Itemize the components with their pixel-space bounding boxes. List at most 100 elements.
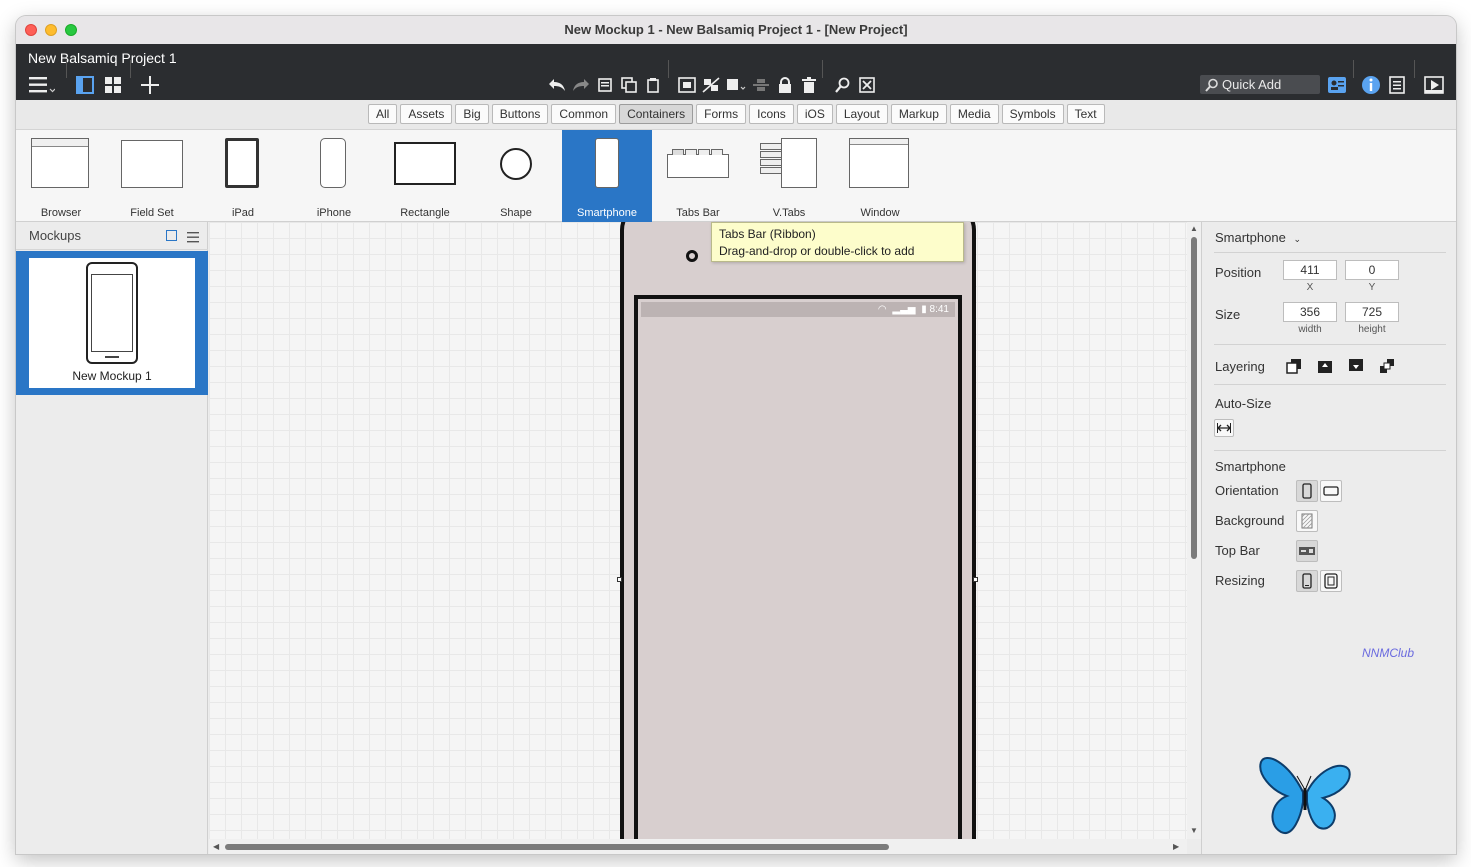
project-info-icon[interactable] <box>1326 74 1348 96</box>
filter-common[interactable]: Common <box>551 104 617 124</box>
landscape-orientation-icon[interactable] <box>1320 480 1342 502</box>
minimize-window-button[interactable] <box>45 24 57 36</box>
send-to-back-icon[interactable] <box>1379 358 1395 379</box>
resize-free-icon[interactable] <box>1320 570 1342 592</box>
size-label: Size <box>1215 307 1241 322</box>
tooltip-title: Tabs Bar (Ribbon) <box>719 227 816 241</box>
component-field-set[interactable]: Field Set <box>107 130 197 222</box>
filter-layout[interactable]: Layout <box>835 104 888 124</box>
vtabs-thumbnail <box>760 138 817 188</box>
filter-symbols[interactable]: Symbols <box>1001 104 1064 124</box>
send-backward-icon[interactable] <box>1348 358 1364 379</box>
component-library: Browser Field Set iPad iPhone Rectangle … <box>16 130 1456 222</box>
filter-text[interactable]: Text <box>1066 104 1105 124</box>
component-vtabs[interactable]: V.Tabs <box>744 130 834 222</box>
position-x-field[interactable]: 411 <box>1283 260 1337 280</box>
position-y-field[interactable]: 0 <box>1345 260 1399 280</box>
info-icon[interactable] <box>1360 74 1382 96</box>
mockups-panel-header: Mockups <box>16 222 208 250</box>
component-ipad[interactable]: iPad <box>198 130 288 222</box>
browser-thumbnail <box>31 138 89 188</box>
paste-icon[interactable] <box>642 74 664 96</box>
background-pattern-icon[interactable] <box>1296 510 1318 532</box>
group-icon[interactable] <box>676 74 698 96</box>
add-icon[interactable] <box>138 74 162 96</box>
component-label: Field Set <box>130 207 174 219</box>
component-rectangle[interactable]: Rectangle <box>380 130 470 222</box>
grid-view-icon[interactable] <box>102 74 124 96</box>
top-bar-icon[interactable] <box>1296 540 1318 562</box>
close-window-button[interactable] <box>25 24 37 36</box>
autosize-width-icon[interactable] <box>1214 419 1234 437</box>
resize-keep-ratio-icon[interactable] <box>1296 570 1318 592</box>
camera-icon <box>686 250 698 262</box>
bring-forward-icon[interactable] <box>1317 358 1333 379</box>
align-icon[interactable] <box>724 74 748 96</box>
filter-containers[interactable]: Containers <box>619 104 694 124</box>
distribute-icon[interactable] <box>750 74 772 96</box>
filter-assets[interactable]: Assets <box>400 104 453 124</box>
list-view-icon[interactable] <box>187 230 199 248</box>
height-field[interactable]: 725 <box>1345 302 1399 322</box>
component-smartphone[interactable]: Smartphone <box>562 130 652 222</box>
component-label: Shape <box>500 207 532 219</box>
ungroup-icon[interactable] <box>700 74 722 96</box>
copy-icon[interactable] <box>594 74 616 96</box>
lock-icon[interactable] <box>774 74 796 96</box>
menu-icon[interactable] <box>28 74 56 96</box>
resize-handle-left[interactable] <box>617 577 622 582</box>
undo-icon[interactable] <box>546 74 568 96</box>
horizontal-scrollbar[interactable]: ◀ ▶ <box>209 839 1187 854</box>
rectangle-thumbnail <box>394 142 456 185</box>
smartphone-mockup[interactable]: ◠ ▂▃▅ ▮ 8:41 <box>617 222 978 839</box>
duplicate-icon[interactable] <box>618 74 640 96</box>
horizontal-scroll-thumb[interactable] <box>225 844 889 850</box>
single-panel-icon[interactable] <box>74 74 96 96</box>
scroll-right-icon[interactable]: ▶ <box>1173 842 1179 851</box>
delete-icon[interactable] <box>798 74 820 96</box>
bring-to-front-icon[interactable] <box>1286 358 1302 379</box>
signal-icon: ▂▃▅ <box>892 304 916 315</box>
component-browser[interactable]: Browser <box>16 130 106 222</box>
find-icon[interactable] <box>832 74 854 96</box>
mockups-panel-title: Mockups <box>29 228 82 243</box>
height-caption: height <box>1358 324 1386 335</box>
chevron-down-icon: ⌄ <box>1293 234 1301 244</box>
filter-all[interactable]: All <box>368 104 398 124</box>
component-window[interactable]: Window <box>835 130 925 222</box>
thumbnail-view-icon[interactable] <box>166 230 177 241</box>
component-tabs-bar[interactable]: Tabs Bar <box>653 130 743 222</box>
position-label: Position <box>1215 265 1262 280</box>
orientation-label: Orientation <box>1215 483 1279 498</box>
width-field[interactable]: 356 <box>1283 302 1337 322</box>
portrait-orientation-icon[interactable] <box>1296 480 1318 502</box>
filter-big[interactable]: Big <box>455 104 489 124</box>
zoom-window-button[interactable] <box>65 24 77 36</box>
scroll-down-icon[interactable]: ▼ <box>1190 826 1198 835</box>
component-shape[interactable]: Shape <box>471 130 561 222</box>
app-toolbar: New Balsamiq Project 1 Quick Add <box>16 44 1456 100</box>
resize-handle-right[interactable] <box>973 577 978 582</box>
vertical-scroll-thumb[interactable] <box>1191 237 1197 559</box>
filter-media[interactable]: Media <box>949 104 999 124</box>
vertical-scrollbar[interactable]: ▲ ▼ <box>1187 222 1201 839</box>
notes-icon[interactable] <box>1386 74 1408 96</box>
filter-buttons[interactable]: Buttons <box>491 104 549 124</box>
filter-icons[interactable]: Icons <box>749 104 794 124</box>
scroll-left-icon[interactable]: ◀ <box>213 842 219 851</box>
component-iphone[interactable]: iPhone <box>289 130 379 222</box>
selected-control-type[interactable]: Smartphone ⌄ <box>1215 230 1301 245</box>
presentation-mode-icon[interactable] <box>1422 74 1446 96</box>
redo-icon[interactable] <box>570 74 592 96</box>
quick-add-search[interactable]: Quick Add <box>1200 75 1320 94</box>
filter-ios[interactable]: iOS <box>796 104 833 124</box>
close-search-icon[interactable] <box>856 74 878 96</box>
filter-forms[interactable]: Forms <box>696 104 747 124</box>
scroll-up-icon[interactable]: ▲ <box>1190 224 1198 233</box>
mockup-canvas[interactable]: ◠ ▂▃▅ ▮ 8:41 <box>209 222 1187 839</box>
filter-markup[interactable]: Markup <box>890 104 947 124</box>
mockup-list-item[interactable]: New Mockup 1 <box>16 251 208 395</box>
component-label: Browser <box>40 207 82 219</box>
status-bar: ◠ ▂▃▅ ▮ 8:41 <box>641 302 955 317</box>
resizing-label: Resizing <box>1215 573 1265 588</box>
